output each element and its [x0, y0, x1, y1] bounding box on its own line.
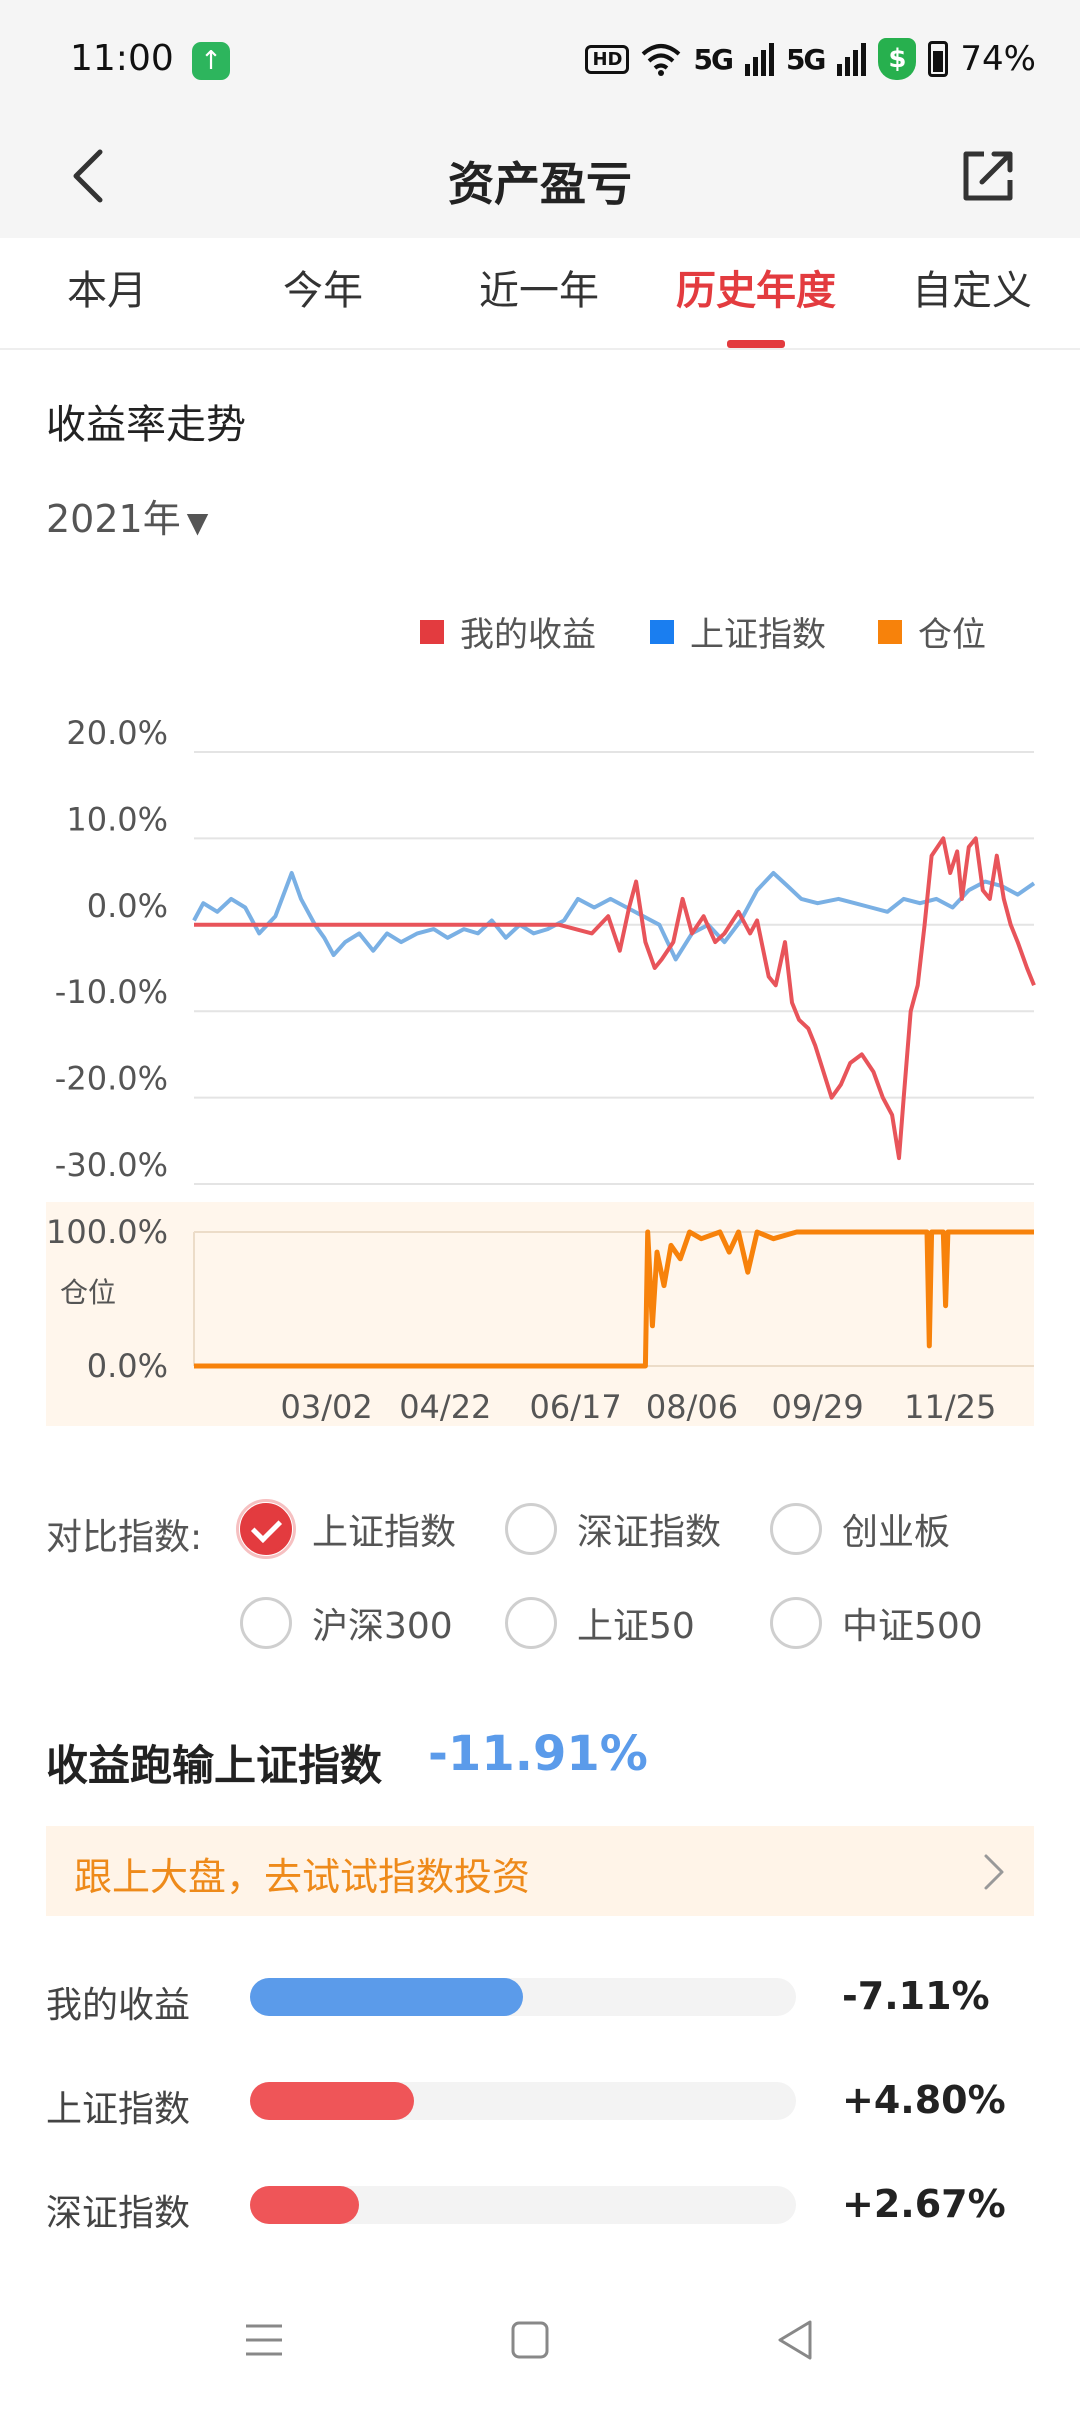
- comparison-value: +4.80%: [842, 2078, 1006, 2122]
- x-tick-label: 04/22: [399, 1388, 491, 1426]
- home-icon[interactable]: [500, 2310, 560, 2370]
- year-dropdown-value: 2021年: [46, 497, 181, 541]
- legend-item-position: 仓位: [878, 607, 986, 656]
- radio-shanghai-index[interactable]: 上证指数: [236, 1499, 457, 1559]
- comparison-value: +2.67%: [842, 2182, 1006, 2226]
- index-investing-banner[interactable]: 跟上大盘，去试试指数投资: [46, 1826, 1034, 1916]
- x-tick-label: 03/02: [281, 1388, 373, 1426]
- header: 资产盈亏: [0, 120, 1080, 238]
- comparison-label: 上证指数: [46, 2089, 191, 2130]
- y-tick-label: -30.0%: [55, 1146, 168, 1184]
- menu-icon[interactable]: [234, 2310, 294, 2370]
- legend-item-my-return: 我的收益: [420, 607, 596, 656]
- radio-circle-icon[interactable]: [505, 1597, 557, 1649]
- y-tick-label: 0.0%: [87, 1347, 168, 1385]
- section-title: 收益率走势: [46, 402, 246, 448]
- legend-swatch: [650, 619, 674, 644]
- legend-label: 上证指数: [690, 615, 826, 655]
- comparison-bar-fill: [250, 2082, 414, 2120]
- tab-this-year[interactable]: 今年: [283, 258, 363, 316]
- y-tick-label: 20.0%: [66, 714, 168, 752]
- battery-percent: 74%: [960, 39, 1036, 79]
- comparison-bar-track: [250, 2082, 796, 2120]
- legend-swatch: [420, 619, 444, 644]
- x-tick-label: 08/06: [646, 1388, 738, 1426]
- radio-label: 深证指数: [577, 1512, 722, 1553]
- legend-swatch: [878, 619, 902, 644]
- radio-chinext[interactable]: 创业板: [770, 1503, 950, 1555]
- status-icons: HD 5G 5G $ 74%: [585, 38, 1036, 80]
- comparison-bar-fill: [250, 2186, 360, 2224]
- comparison-bar-fill: [250, 1978, 523, 2016]
- radio-label: 上证50: [577, 1606, 695, 1647]
- battery-icon: [928, 41, 949, 77]
- y-tick-label: -20.0%: [55, 1060, 168, 1098]
- back-icon[interactable]: [766, 2310, 826, 2370]
- signal-icon-2: 5G: [785, 42, 826, 76]
- tab-this-month[interactable]: 本月: [67, 258, 147, 316]
- radio-label: 创业板: [842, 1512, 951, 1553]
- radio-csi300[interactable]: 沪深300: [240, 1597, 453, 1649]
- radio-circle-icon[interactable]: [770, 1597, 822, 1649]
- period-tabs: 本月 今年 近一年 历史年度 自定义: [0, 238, 1080, 350]
- x-tick-label: 09/29: [771, 1388, 863, 1426]
- chevron-right-icon: [984, 1854, 1004, 1890]
- status-time: 11:00: [70, 38, 174, 79]
- signal-icon-1: 5G: [693, 42, 733, 76]
- year-dropdown[interactable]: 2021年 ▼: [46, 488, 208, 543]
- legend-label: 仓位: [918, 615, 986, 655]
- radio-circle-icon[interactable]: [240, 1597, 292, 1649]
- comparison-bar-track: [250, 1978, 796, 2016]
- radio-label: 中证500: [842, 1606, 983, 1647]
- radio-shenzhen-index[interactable]: 深证指数: [505, 1503, 721, 1555]
- tab-indicator: [727, 340, 785, 348]
- dropdown-caret-icon: ▼: [186, 506, 209, 539]
- comparison-label: 深证指数: [46, 2193, 191, 2234]
- y-tick-label: 0.0%: [87, 887, 168, 925]
- radio-sse50[interactable]: 上证50: [505, 1597, 695, 1649]
- app-notification-icon: [192, 42, 230, 80]
- banner-text: 跟上大盘，去试试指数投资: [74, 1855, 531, 1899]
- position-axis-label: 仓位: [60, 1276, 116, 1309]
- radio-circle-icon[interactable]: [505, 1503, 557, 1555]
- y-tick-label: 10.0%: [66, 800, 168, 838]
- shanghai-index-line: [192, 871, 1036, 962]
- share-icon[interactable]: [956, 144, 1020, 208]
- signal-icon: [837, 43, 867, 76]
- comparison-label: 我的收益: [46, 1985, 191, 2026]
- radio-label: 上证指数: [312, 1512, 457, 1553]
- my-return-line: [194, 836, 1036, 1161]
- legend-label: 我的收益: [460, 615, 596, 655]
- tab-custom[interactable]: 自定义: [912, 258, 1032, 316]
- y-tick-label: -10.0%: [55, 973, 168, 1011]
- legend-item-shanghai-index: 上证指数: [650, 607, 826, 656]
- return-trend-chart: 20.0% 10.0% 0.0% -10.0% -20.0% -30.0% 100.0% 0.…: [46, 714, 1036, 1426]
- signal-icon: [744, 43, 774, 76]
- x-tick-label: 11/25: [904, 1388, 996, 1426]
- x-tick-label: 06/17: [529, 1388, 621, 1426]
- tab-history-years[interactable]: 历史年度: [676, 258, 836, 316]
- radio-circle-icon[interactable]: [770, 1503, 822, 1555]
- y-tick-label: 100.0%: [46, 1213, 168, 1251]
- system-nav-bar: [0, 2290, 1080, 2412]
- checkbox-checked-icon[interactable]: [236, 1499, 296, 1559]
- security-shield-icon: $: [878, 38, 917, 80]
- page-title: 资产盈亏: [448, 157, 632, 211]
- hd-badge: HD: [585, 44, 630, 74]
- comparison-bar-track: [250, 2186, 796, 2224]
- compare-label: 对比指数:: [46, 1517, 203, 1558]
- performance-title: 收益跑输上证指数: [46, 1741, 383, 1790]
- radio-label: 沪深300: [312, 1606, 453, 1647]
- wifi-icon: [642, 44, 681, 76]
- tab-last-year[interactable]: 近一年: [479, 258, 599, 316]
- comparison-value: -7.11%: [842, 1974, 990, 2018]
- radio-csi500[interactable]: 中证500: [770, 1597, 983, 1649]
- status-bar: 11:00 HD 5G 5G $ 74%: [0, 0, 1080, 120]
- performance-value: -11.91%: [428, 1726, 648, 1782]
